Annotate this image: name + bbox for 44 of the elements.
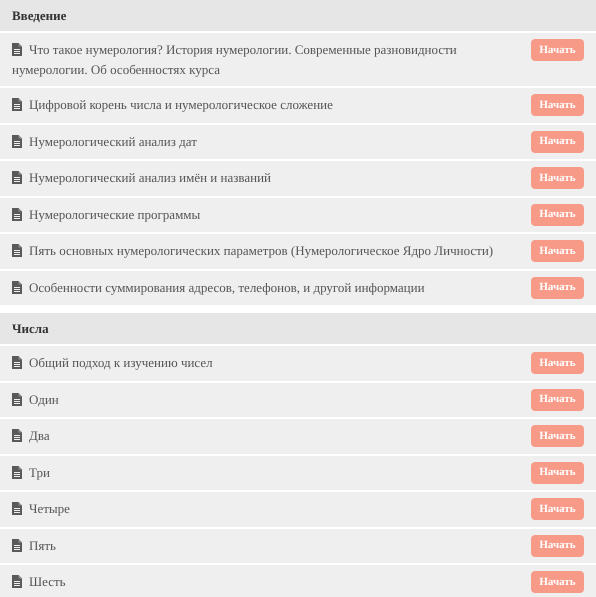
document-icon	[12, 502, 22, 515]
lesson-title: Три	[12, 462, 50, 482]
lesson-title: Нумерологический анализ дат	[12, 130, 197, 152]
lesson-title: Два	[12, 425, 50, 446]
document-icon	[12, 43, 22, 56]
lesson-title: Шесть	[12, 571, 66, 592]
start-button[interactable]: Начать	[531, 240, 584, 262]
document-icon	[12, 429, 22, 442]
lesson-title: Что такое нумерология? История нумерологии. Современные разновидности нумерологии. Об особенностях курса	[12, 41, 458, 79]
lesson-title: Четыре	[12, 498, 70, 519]
start-button[interactable]: Начать	[531, 534, 584, 556]
section-title: Введение	[12, 6, 66, 25]
document-icon	[12, 98, 22, 111]
document-icon	[12, 538, 22, 552]
lesson-title: Особенности суммирования адресов, телефонов, и другой информации	[12, 276, 425, 298]
start-button[interactable]: Начать	[531, 425, 584, 447]
lesson-title: Пять основных нумерологических параметров (Нумерологическое Ядро Личности)	[12, 240, 494, 261]
start-button[interactable]: Начать	[531, 388, 584, 410]
start-button[interactable]: Начать	[531, 276, 584, 298]
lesson-title: Нумерологический анализ имён и названий	[12, 167, 271, 188]
lesson-title: Один	[12, 388, 59, 410]
lesson-title: Нумерологические программы	[12, 204, 200, 224]
document-icon	[12, 575, 22, 588]
start-button[interactable]: Начать	[531, 204, 584, 226]
start-button[interactable]: Начать	[531, 571, 584, 593]
start-button[interactable]: Начать	[531, 352, 584, 374]
start-button[interactable]: Начать	[531, 498, 584, 520]
document-icon	[12, 244, 22, 257]
document-icon	[12, 208, 22, 220]
start-button[interactable]: Начать	[531, 167, 584, 189]
start-button[interactable]: Начать	[531, 94, 584, 116]
section-title: Числа	[12, 320, 49, 338]
document-icon	[12, 280, 22, 294]
document-icon	[12, 171, 22, 184]
start-button[interactable]: Начать	[531, 130, 584, 152]
start-button[interactable]: Начать	[531, 462, 584, 484]
lesson-title: Общий подход к изучению чисел	[12, 352, 213, 373]
document-icon	[12, 356, 22, 369]
lesson-title: Пять	[12, 534, 56, 556]
document-icon	[12, 466, 22, 478]
start-button[interactable]: Начать	[531, 39, 584, 61]
document-icon	[12, 134, 22, 148]
lesson-title: Цифровой корень числа и нумерологическое сложение	[12, 94, 333, 115]
document-icon	[12, 392, 22, 406]
